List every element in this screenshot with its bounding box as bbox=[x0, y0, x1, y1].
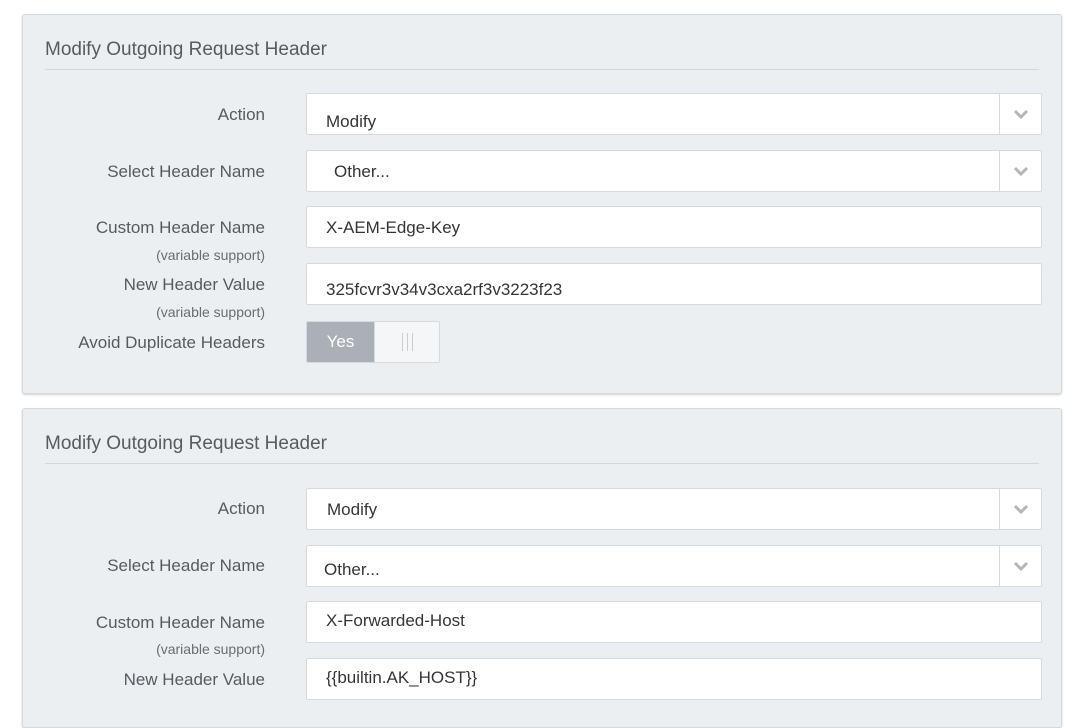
custom-header-name-sublabel: (variable support) bbox=[156, 247, 265, 263]
chevron-down-icon[interactable] bbox=[999, 94, 1041, 134]
header-name-select[interactable]: Other... bbox=[306, 545, 1042, 587]
title-divider bbox=[45, 69, 1039, 70]
custom-header-name-input[interactable]: X-Forwarded-Host bbox=[306, 601, 1042, 643]
action-select[interactable]: Modify bbox=[306, 488, 1042, 530]
custom-header-name-label: Custom Header Name bbox=[95, 613, 265, 632]
new-header-value-value: {{builtin.AK_HOST}} bbox=[326, 668, 478, 687]
panel-title: Modify Outgoing Request Header bbox=[45, 433, 327, 454]
custom-header-name-value: X-Forwarded-Host bbox=[326, 611, 465, 630]
action-label: Action bbox=[217, 499, 265, 518]
new-header-value-input[interactable]: 325fcvr3v34v3cxa2rf3v3223f23 bbox=[306, 263, 1042, 305]
new-header-value-sublabel: (variable support) bbox=[156, 304, 265, 320]
rule-panel-1: Modify Outgoing Request Header Action Mo… bbox=[22, 14, 1062, 394]
grip-icon[interactable] bbox=[374, 322, 439, 362]
action-select-value: Modify bbox=[327, 500, 378, 519]
title-divider bbox=[45, 463, 1039, 464]
new-header-value-input[interactable]: {{builtin.AK_HOST}} bbox=[306, 658, 1042, 700]
new-header-value-label: New Header Value bbox=[123, 670, 265, 689]
custom-header-name-label: Custom Header Name bbox=[95, 218, 265, 237]
avoid-duplicate-headers-toggle[interactable]: Yes bbox=[306, 321, 440, 363]
header-name-select-value: Other... bbox=[324, 560, 380, 579]
toggle-yes-label: Yes bbox=[307, 322, 374, 362]
custom-header-name-input[interactable]: X-AEM-Edge-Key bbox=[306, 206, 1042, 248]
custom-header-name-sublabel: (variable support) bbox=[156, 641, 265, 657]
chevron-down-icon[interactable] bbox=[999, 489, 1041, 529]
action-label: Action bbox=[217, 105, 265, 124]
select-header-name-label: Select Header Name bbox=[107, 162, 265, 181]
select-header-name-label: Select Header Name bbox=[107, 556, 265, 575]
chevron-down-icon[interactable] bbox=[999, 151, 1041, 191]
chevron-down-icon[interactable] bbox=[999, 546, 1041, 586]
header-name-select[interactable]: Other... bbox=[306, 150, 1042, 192]
new-header-value-value: 325fcvr3v34v3cxa2rf3v3223f23 bbox=[326, 280, 563, 299]
action-select[interactable]: Modify bbox=[306, 93, 1042, 135]
panel-title: Modify Outgoing Request Header bbox=[45, 39, 327, 60]
action-select-value: Modify bbox=[326, 112, 377, 131]
new-header-value-label: New Header Value bbox=[123, 275, 265, 294]
header-name-select-value: Other... bbox=[334, 162, 390, 181]
custom-header-name-value: X-AEM-Edge-Key bbox=[326, 218, 461, 237]
avoid-duplicate-headers-label: Avoid Duplicate Headers bbox=[78, 333, 265, 352]
rule-panel-2: Modify Outgoing Request Header Action Mo… bbox=[22, 408, 1062, 728]
